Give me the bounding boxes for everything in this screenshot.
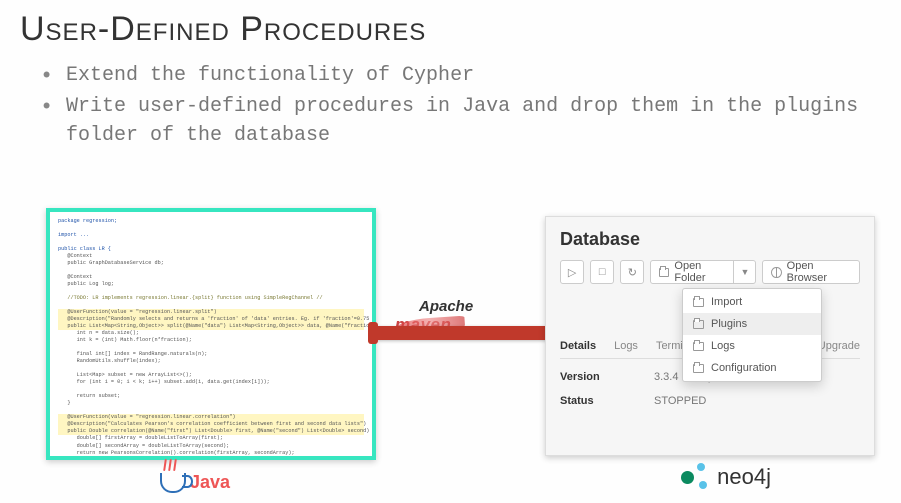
dropdown-item-logs[interactable]: Logs — [683, 335, 821, 357]
code-line: @Description("Randomly selects and retur… — [58, 316, 364, 323]
stop-icon: □ — [599, 266, 606, 278]
detail-key: Version — [560, 371, 614, 383]
java-logo: Java — [160, 472, 230, 493]
diagram-area: package regression; import ... public cl… — [0, 198, 901, 503]
code-line: final int[] index = RandRange.naturals(n… — [58, 351, 364, 358]
globe-icon — [771, 267, 781, 278]
code-line: public List<Map<String,Object>> split(@N… — [58, 323, 364, 330]
code-line — [58, 267, 364, 274]
dropdown-item-import[interactable]: Import — [683, 291, 821, 313]
code-line: double[] firstArray = doubleListToArray(… — [58, 435, 364, 442]
database-toolbar: ▷ □ ↻ Open Folder ▼ Open Browser ImportP… — [560, 260, 860, 284]
open-folder-button[interactable]: Open Folder ▼ — [650, 260, 756, 284]
refresh-icon: ↻ — [628, 266, 637, 279]
folder-icon — [693, 320, 704, 329]
neo4j-logo: neo4j — [681, 463, 771, 491]
code-line — [58, 239, 364, 246]
code-line: double[] secondArray = doubleListToArray… — [58, 443, 364, 450]
open-folder-dropdown: Import Plugins Logs Configuration — [682, 288, 822, 382]
open-browser-label: Open Browser — [787, 260, 851, 284]
code-line: int n = data.size(); — [58, 330, 364, 337]
code-line: @Context — [58, 274, 364, 281]
stop-button[interactable]: □ — [590, 260, 614, 284]
code-line — [58, 386, 364, 393]
code-line — [58, 407, 364, 414]
play-icon: ▷ — [568, 266, 576, 279]
code-line: public class LR { — [58, 246, 364, 253]
java-cup-icon — [160, 473, 186, 493]
code-line: package regression; — [58, 218, 364, 225]
play-button[interactable]: ▷ — [560, 260, 584, 284]
folder-icon — [693, 298, 704, 307]
code-line — [58, 365, 364, 372]
code-line: for (int i = 0; i < k; i++) subset.add(i… — [58, 379, 364, 386]
dropdown-item-configuration[interactable]: Configuration — [683, 357, 821, 379]
code-line: @Description("Calculates Pearson's corre… — [58, 421, 364, 428]
code-line: @UserFunction(value = "regression.linear… — [58, 414, 364, 421]
code-editor-screenshot: package regression; import ... public cl… — [46, 208, 376, 460]
detail-key: Status — [560, 395, 614, 407]
neo4j-text: neo4j — [717, 464, 771, 490]
bullet-item: Write user-defined procedures in Java an… — [40, 92, 861, 152]
neo4j-graph-icon — [681, 463, 711, 491]
detail-value: STOPPED — [654, 395, 706, 407]
database-panel: Database ▷ □ ↻ Open Folder ▼ Open Browse… — [545, 216, 875, 456]
folder-icon — [693, 364, 704, 373]
code-line: //TODO: LR implements regression.linear.… — [58, 295, 364, 302]
java-text: Java — [190, 472, 230, 493]
code-line — [58, 225, 364, 232]
code-line — [58, 302, 364, 309]
dropdown-item-label: Import — [711, 296, 742, 308]
maven-apache-text: Apache — [395, 298, 473, 315]
code-line: import ... — [58, 232, 364, 239]
arrow-icon — [376, 326, 566, 340]
dropdown-item-label: Logs — [711, 340, 735, 352]
database-title: Database — [560, 229, 860, 250]
detail-row: Status STOPPED — [560, 395, 860, 407]
java-steam-icon — [164, 459, 176, 471]
bullet-list: Extend the functionality of Cypher Write… — [0, 53, 901, 152]
chevron-down-icon[interactable]: ▼ — [733, 261, 755, 283]
code-line: public Double correlation(@Name("first")… — [58, 428, 364, 435]
tab-details[interactable]: Details — [560, 340, 596, 352]
dropdown-item-plugins[interactable]: Plugins — [683, 313, 821, 335]
code-line: @UserFunction(value = "regression.linear… — [58, 309, 364, 316]
bullet-item: Extend the functionality of Cypher — [40, 61, 861, 92]
folder-icon — [693, 342, 704, 351]
tab-upgrade[interactable]: Upgrade — [818, 340, 860, 352]
code-line: List<Map> subset = new ArrayList<>(); — [58, 372, 364, 379]
dropdown-item-label: Configuration — [711, 362, 776, 374]
code-line: @Context — [58, 253, 364, 260]
code-line: return new PearsonsCorrelation().correla… — [58, 450, 364, 457]
code-line — [58, 288, 364, 295]
code-line: return subset; — [58, 393, 364, 400]
open-folder-label: Open Folder — [674, 260, 728, 284]
code-line: } — [58, 400, 364, 407]
refresh-button[interactable]: ↻ — [620, 260, 644, 284]
slide-title: User-Defined Procedures — [0, 0, 901, 53]
code-line: public Log log; — [58, 281, 364, 288]
footer-logos: Java neo4j — [0, 457, 901, 497]
code-line: int k = (int) Math.floor(n*fraction); — [58, 337, 364, 344]
code-line — [58, 344, 364, 351]
code-line: public GraphDatabaseService db; — [58, 260, 364, 267]
folder-icon — [659, 268, 669, 277]
open-browser-button[interactable]: Open Browser — [762, 260, 860, 284]
dropdown-item-label: Plugins — [711, 318, 747, 330]
code-line: RandomUtils.shuffle(index); — [58, 358, 364, 365]
tab-logs[interactable]: Logs — [614, 340, 638, 352]
